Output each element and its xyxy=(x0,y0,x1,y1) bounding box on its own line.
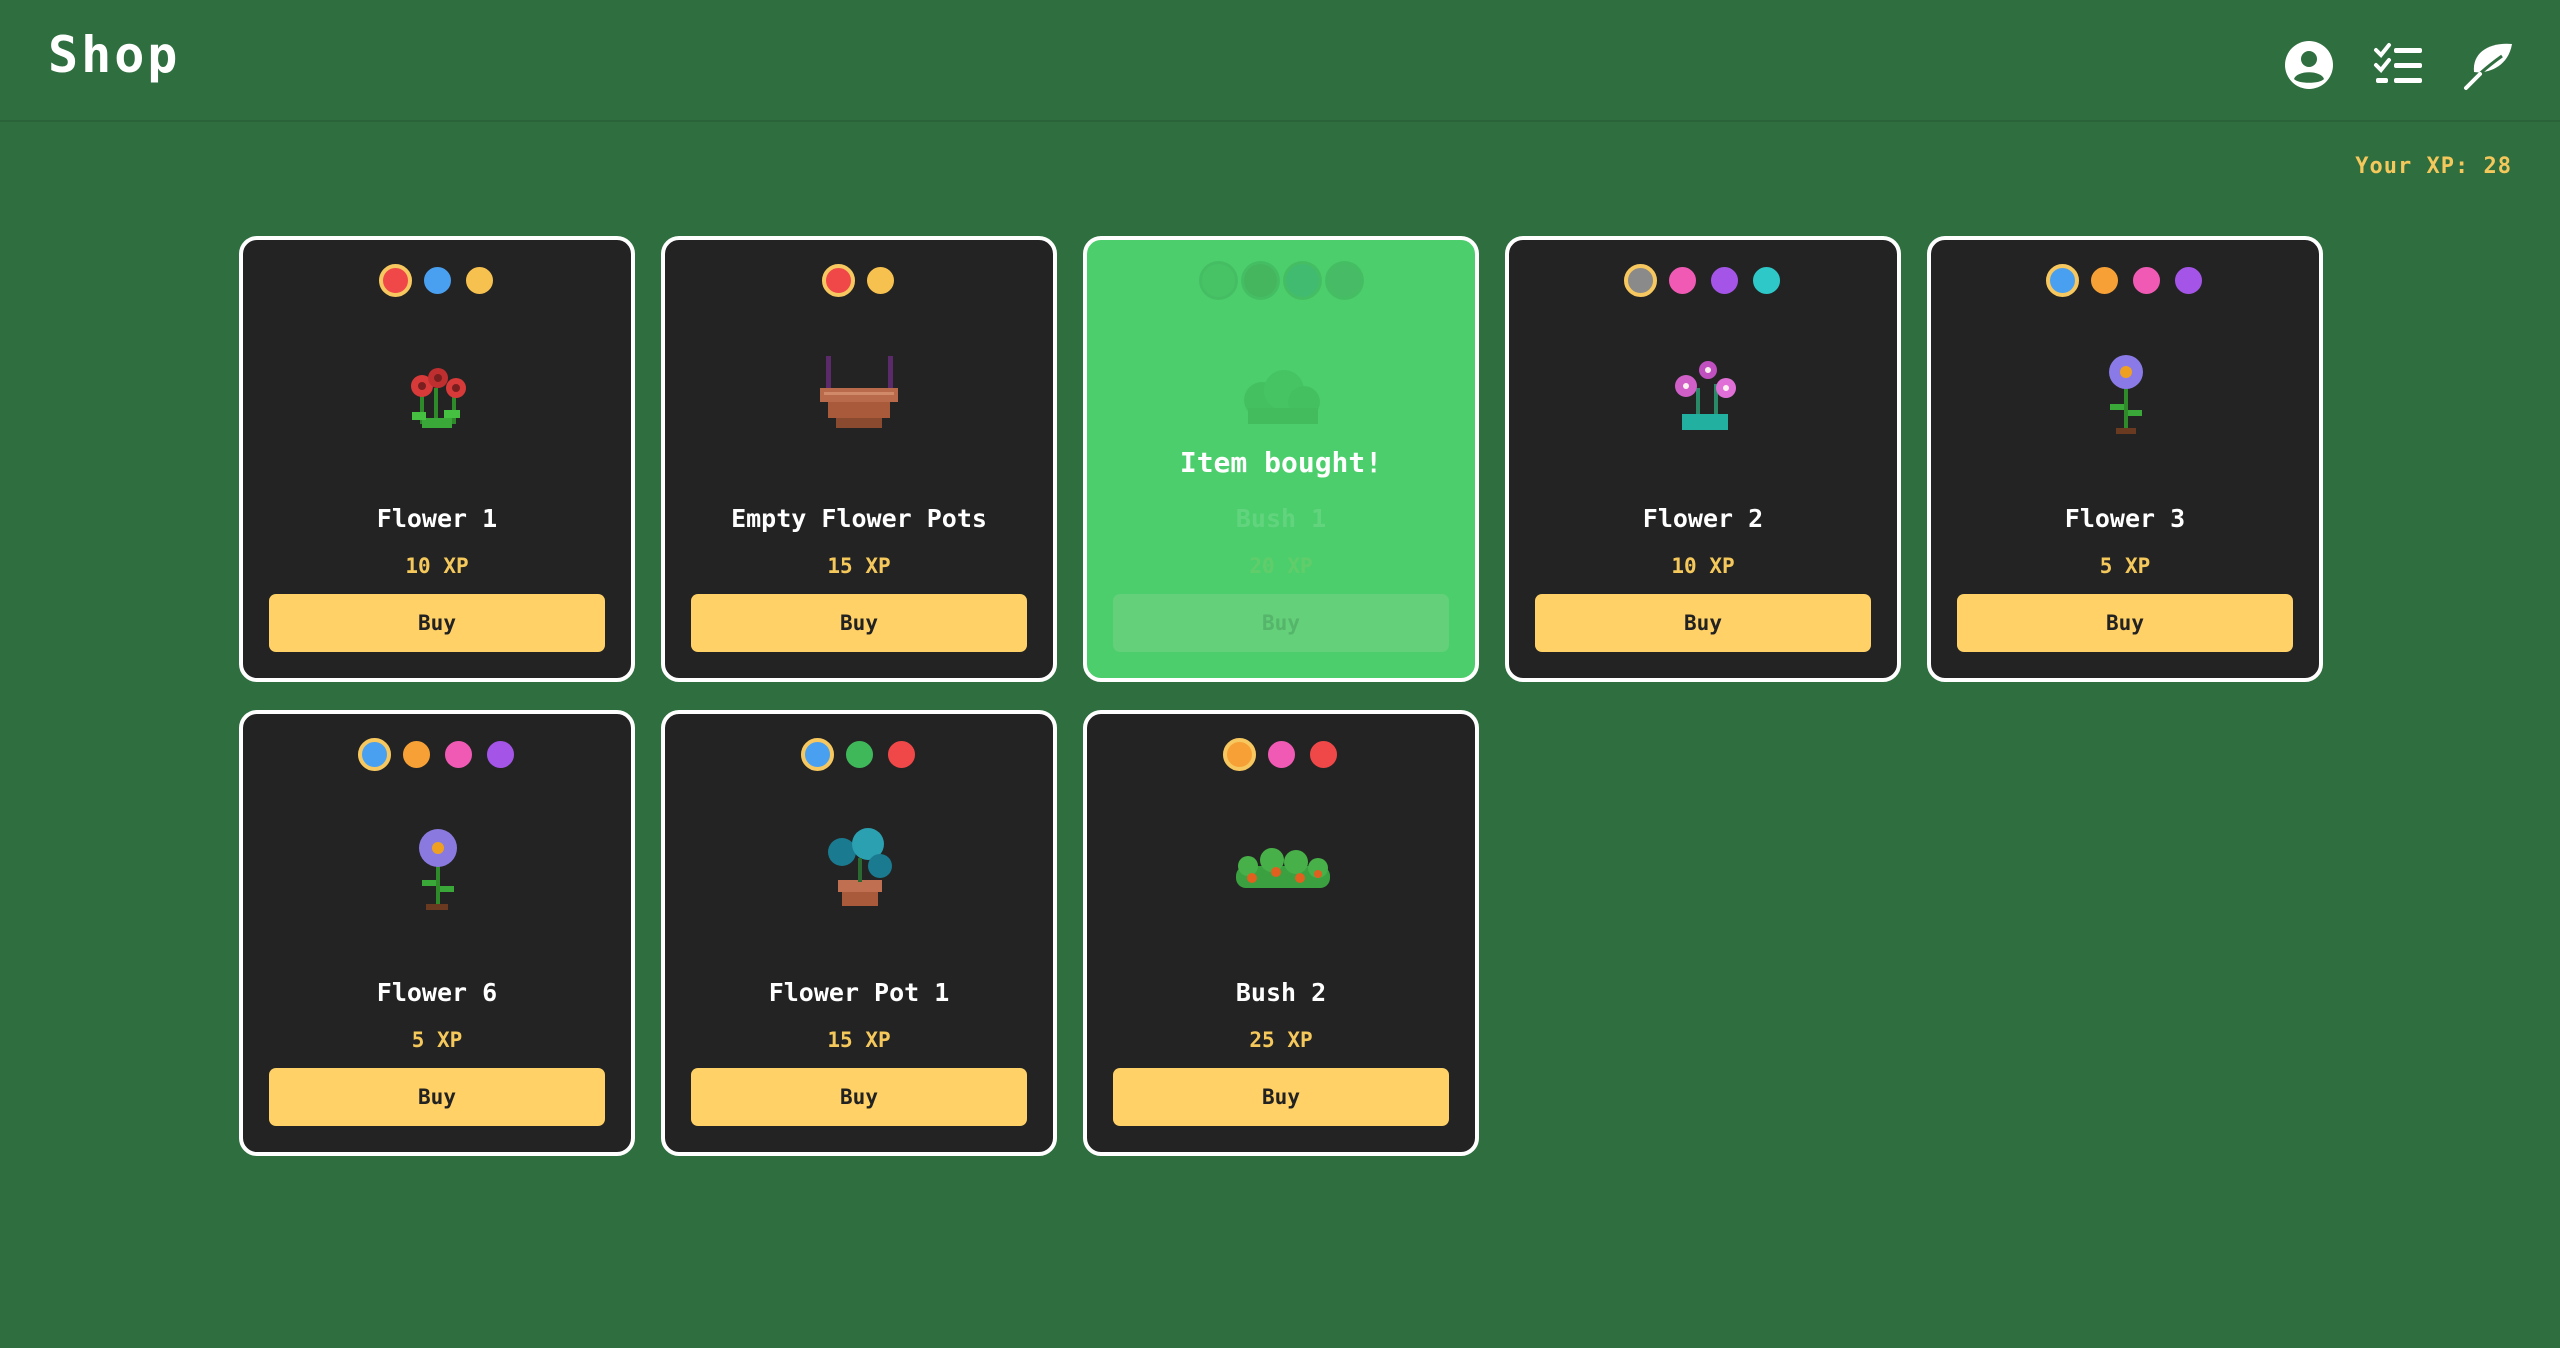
item-name: Flower 2 xyxy=(1642,504,1764,533)
item-price: 25 XP xyxy=(1249,1028,1313,1052)
color-swatch[interactable] xyxy=(800,738,834,771)
shop-item-card: Bush 1 20 XP Buy Item bought! xyxy=(1083,236,1479,682)
shop-item-card: Empty Flower Pots 15 XP Buy xyxy=(661,236,1057,682)
color-swatch[interactable] xyxy=(863,264,897,297)
item-price: 10 XP xyxy=(405,554,469,578)
color-swatch[interactable] xyxy=(2171,264,2205,297)
color-options xyxy=(665,264,1053,297)
color-swatch[interactable] xyxy=(1665,264,1699,297)
color-swatch[interactable] xyxy=(884,738,918,771)
item-price: 5 XP xyxy=(411,1028,463,1052)
color-swatch[interactable] xyxy=(462,264,496,297)
color-options xyxy=(1509,264,1897,297)
color-swatch[interactable] xyxy=(1749,264,1783,297)
item-bought-label: Item bought! xyxy=(1179,446,1383,479)
pink-flowers-icon xyxy=(1675,361,1736,430)
red-flowers-icon xyxy=(411,368,466,428)
hanging-pot-icon xyxy=(820,356,898,428)
color-options xyxy=(1087,738,1475,771)
berry-bush-icon xyxy=(1236,848,1330,888)
shop-item-card: Flower 6 5 XP Buy xyxy=(239,710,635,1156)
color-options xyxy=(1931,264,2319,297)
color-swatch[interactable] xyxy=(821,264,855,297)
color-swatch[interactable] xyxy=(2129,264,2163,297)
buy-button: Buy xyxy=(1113,594,1449,652)
item-price: 10 XP xyxy=(1671,554,1735,578)
user-circle-icon[interactable] xyxy=(2282,38,2336,92)
shop-item-card: Flower 2 10 XP Buy xyxy=(1505,236,1901,682)
header-icons xyxy=(2282,38,2516,92)
page-title: Shop xyxy=(48,26,181,84)
color-options xyxy=(243,738,631,771)
buy-button[interactable]: Buy xyxy=(1535,594,1871,652)
item-price: 15 XP xyxy=(827,1028,891,1052)
color-options xyxy=(1087,264,1475,297)
top-bar: Shop xyxy=(0,0,2560,122)
buy-button[interactable]: Buy xyxy=(269,1068,605,1126)
color-swatch[interactable] xyxy=(357,738,391,771)
item-name: Empty Flower Pots xyxy=(731,504,987,533)
item-name: Flower 1 xyxy=(376,504,498,533)
color-swatch[interactable] xyxy=(2045,264,2079,297)
buy-button[interactable]: Buy xyxy=(691,1068,1027,1126)
item-name: Flower 6 xyxy=(376,978,498,1007)
color-swatch[interactable] xyxy=(399,738,433,771)
buy-button[interactable]: Buy xyxy=(1113,1068,1449,1126)
shop-item-card: Flower Pot 1 15 XP Buy xyxy=(661,710,1057,1156)
color-swatch[interactable] xyxy=(1243,264,1277,297)
lavender-flower-icon xyxy=(419,829,457,910)
color-swatch[interactable] xyxy=(441,738,475,771)
color-swatch[interactable] xyxy=(1222,738,1256,771)
buy-button[interactable]: Buy xyxy=(269,594,605,652)
item-name: Flower 3 xyxy=(2064,504,2186,533)
color-swatch[interactable] xyxy=(2087,264,2121,297)
xp-counter: Your XP: 28 xyxy=(2355,154,2512,179)
color-swatch[interactable] xyxy=(1264,738,1298,771)
shop-item-card: Flower 1 10 XP Buy xyxy=(239,236,635,682)
color-options xyxy=(665,738,1053,771)
color-swatch[interactable] xyxy=(378,264,412,297)
shop-item-card: Flower 3 5 XP Buy xyxy=(1927,236,2323,682)
bush-icon xyxy=(1244,370,1320,424)
item-price: 5 XP xyxy=(2099,554,2151,578)
color-swatch[interactable] xyxy=(1201,264,1235,297)
buy-button[interactable]: Buy xyxy=(1957,594,2293,652)
color-swatch[interactable] xyxy=(1327,264,1361,297)
color-swatch[interactable] xyxy=(1623,264,1657,297)
item-price: 15 XP xyxy=(827,554,891,578)
item-name: Flower Pot 1 xyxy=(768,978,950,1007)
color-swatch[interactable] xyxy=(1306,738,1340,771)
item-price: 20 XP xyxy=(1249,554,1313,578)
item-name: Bush 1 xyxy=(1235,504,1327,533)
color-swatch[interactable] xyxy=(1707,264,1741,297)
buy-button[interactable]: Buy xyxy=(691,594,1027,652)
color-swatch[interactable] xyxy=(483,738,517,771)
potted-plant-icon xyxy=(828,828,892,906)
leaf-icon[interactable] xyxy=(2462,38,2516,92)
color-options xyxy=(243,264,631,297)
color-swatch[interactable] xyxy=(842,738,876,771)
shop-item-card: Bush 2 25 XP Buy xyxy=(1083,710,1479,1156)
color-swatch[interactable] xyxy=(1285,264,1319,297)
checklist-icon[interactable] xyxy=(2372,38,2426,92)
item-name: Bush 2 xyxy=(1235,978,1327,1007)
purple-flower-icon xyxy=(2109,355,2143,434)
color-swatch[interactable] xyxy=(420,264,454,297)
